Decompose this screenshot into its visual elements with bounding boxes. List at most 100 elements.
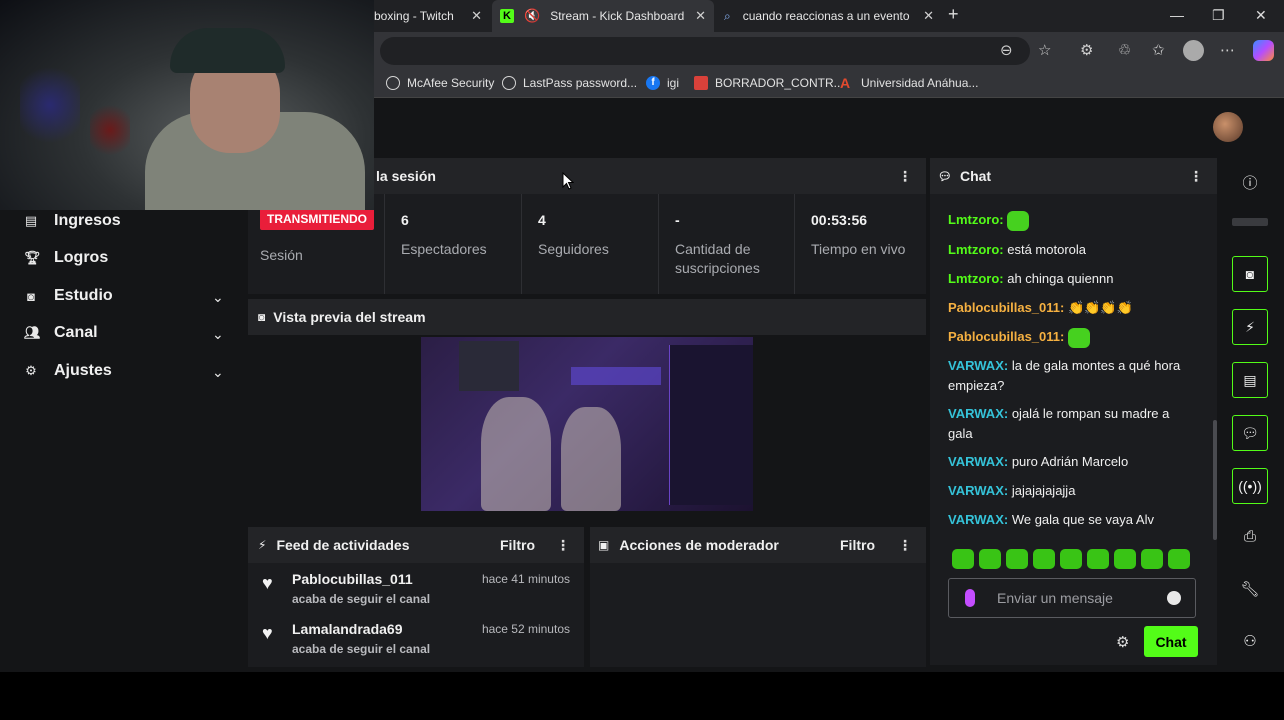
favorite-star-icon[interactable]: ☆	[1038, 41, 1051, 59]
muted-speaker-icon[interactable]: 🔇	[524, 8, 540, 24]
bookmark-facebook[interactable]: f igi	[646, 76, 679, 90]
sidebar-item-ajustes[interactable]: ⚙ Ajustes	[24, 362, 112, 380]
chat-message: VARWAX: We gala que se vaya Alv	[948, 510, 1188, 530]
chat-username[interactable]: Pablocubillas_011:	[948, 329, 1064, 344]
browser-profile-avatar[interactable]	[1183, 40, 1204, 61]
kebab-menu-icon[interactable]: ⋮	[898, 537, 912, 554]
minimize-icon[interactable]: —	[1170, 7, 1184, 23]
feed-username[interactable]: Lamalandrada69	[292, 621, 403, 637]
chat-username[interactable]: Lmtzoro:	[948, 242, 1004, 257]
chat-username[interactable]: Pablocubillas_011:	[948, 300, 1064, 315]
chevron-down-icon[interactable]: ⌄	[212, 289, 224, 306]
emote-icon[interactable]	[1033, 549, 1055, 569]
share-icon[interactable]: ⚇	[1232, 632, 1268, 650]
emote-icon[interactable]	[1087, 549, 1109, 569]
microphone-icon[interactable]	[965, 589, 975, 607]
bookmark-mcafee[interactable]: McAfee Security	[386, 76, 494, 90]
tab-search[interactable]: ⌕ cuando reaccionas a un evento en ✕	[716, 0, 942, 32]
broadcast-button[interactable]: ((•))	[1232, 468, 1268, 504]
notes-button[interactable]: ▤	[1232, 362, 1268, 398]
tab-kick-dashboard[interactable]: K 🔇 Stream - Kick Dashboard ✕	[492, 0, 714, 32]
stat-live-time: 00:53:56 Tiempo en vivo	[794, 194, 926, 294]
chat-placeholder: Enviar un mensaje	[997, 590, 1113, 606]
chat-toggle-button[interactable]: 💬︎	[1232, 415, 1268, 451]
menu-dots-icon[interactable]: ⋯	[1220, 41, 1235, 59]
close-tab-icon[interactable]: ✕	[695, 8, 706, 24]
chevron-down-icon[interactable]: ⌄	[212, 326, 224, 343]
printer-icon[interactable]: ⎙	[1232, 528, 1268, 545]
close-window-icon[interactable]: ✕	[1255, 7, 1267, 24]
bookmark-lastpass[interactable]: LastPass password...	[502, 76, 637, 90]
chat-message: Lmtzoro:	[948, 210, 1188, 231]
chat-username[interactable]: VARWAX:	[948, 406, 1008, 421]
chat-message-input[interactable]: Enviar un mensaje	[948, 578, 1196, 618]
emote-icon[interactable]	[1006, 549, 1028, 569]
preview-figure	[561, 407, 621, 511]
emote-icon[interactable]	[952, 549, 974, 569]
close-tab-icon[interactable]: ✕	[471, 8, 482, 24]
url-field[interactable]	[380, 37, 1030, 65]
emote-icon[interactable]	[1141, 549, 1163, 569]
stream-preview-title: Vista previa del stream	[273, 309, 426, 325]
sidebar-item-estudio[interactable]: ◙ Estudio	[24, 287, 113, 305]
preview-chat	[669, 345, 753, 505]
chat-username[interactable]: VARWAX:	[948, 512, 1008, 527]
chat-username[interactable]: VARWAX:	[948, 358, 1008, 373]
moderator-actions-title: Acciones de moderador	[619, 537, 779, 553]
reader-icon[interactable]: ⊖	[1000, 41, 1013, 59]
emote-icon[interactable]	[979, 549, 1001, 569]
broadcast-icon: ((•))	[1238, 478, 1262, 494]
favorites-icon[interactable]: ✩	[1152, 41, 1165, 59]
chat-message: VARWAX: la de gala montes a qué hora emp…	[948, 356, 1188, 396]
session-title: la sesión	[376, 168, 436, 184]
emoji-icon[interactable]	[1167, 591, 1181, 605]
copilot-icon[interactable]	[1253, 40, 1274, 61]
chevron-down-icon[interactable]: ⌄	[212, 364, 224, 381]
moderator-actions-panel: ▣ Acciones de moderador Filtro ⋮	[590, 527, 926, 667]
emote-icon[interactable]	[1114, 549, 1136, 569]
chat-username[interactable]: Lmtzoro:	[948, 271, 1004, 286]
sidebar-item-canal[interactable]: 👥︎ Canal	[24, 324, 98, 342]
emote-icon[interactable]	[1168, 549, 1190, 569]
extensions-icon[interactable]: ⚙	[1080, 41, 1093, 59]
new-tab-icon[interactable]: +	[948, 4, 959, 25]
chat-username[interactable]: VARWAX:	[948, 454, 1008, 469]
chat-message: VARWAX: jajajajajajja	[948, 481, 1188, 501]
user-avatar[interactable]	[1213, 112, 1243, 142]
maximize-icon[interactable]: ❐	[1212, 7, 1225, 24]
stat-value: -	[675, 212, 680, 228]
bookmark-borrador[interactable]: BORRADOR_CONTR...	[694, 76, 844, 90]
quick-action-button[interactable]: ⚡︎	[1232, 309, 1268, 345]
camera-toggle-button[interactable]: ◙	[1232, 256, 1268, 292]
chat-username[interactable]: Lmtzoro:	[948, 212, 1004, 227]
emote-icon[interactable]	[1060, 549, 1082, 569]
wrench-icon[interactable]: 🔧︎	[1232, 580, 1268, 598]
stream-preview-video[interactable]	[421, 337, 753, 511]
kick-logo-icon: K	[500, 9, 514, 23]
sidebar-item-ingresos[interactable]: ▤ Ingresos	[24, 212, 121, 230]
chat-text: jajajajajajja	[1011, 483, 1076, 498]
chat-message: Pablocubillas_011: 👏👏👏👏	[948, 298, 1188, 318]
filter-button[interactable]: Filtro	[500, 537, 535, 553]
send-chat-button[interactable]: Chat	[1144, 626, 1198, 657]
tab-title: boxing - Twitch	[374, 9, 454, 23]
feed-username[interactable]: Pablocubillas_011	[292, 571, 413, 587]
close-tab-icon[interactable]: ✕	[923, 8, 934, 24]
toolbar-divider	[1232, 218, 1268, 226]
bookmark-universidad[interactable]: A Universidad Anáhua...	[840, 76, 978, 90]
chat-username[interactable]: VARWAX:	[948, 483, 1008, 498]
kebab-menu-icon[interactable]: ⋮	[898, 168, 912, 185]
chat-scrollbar[interactable]	[1213, 420, 1217, 540]
sidebar-item-logros[interactable]: 🏆︎ Logros	[24, 249, 108, 267]
chat-settings-gear-icon[interactable]: ⚙	[1116, 633, 1129, 651]
kebab-menu-icon[interactable]: ⋮	[1189, 168, 1203, 185]
heart-icon: ♥	[262, 623, 273, 643]
feed-action: acaba de seguir el canal	[292, 592, 431, 606]
webcam-overlay	[0, 0, 374, 210]
filter-button[interactable]: Filtro	[840, 537, 875, 553]
info-icon[interactable]: ⓘ	[1232, 172, 1268, 193]
session-label: Sesión	[260, 247, 303, 263]
performance-icon[interactable]: ♲	[1118, 41, 1131, 59]
kebab-menu-icon[interactable]: ⋮	[556, 537, 570, 554]
tab-twitch[interactable]: boxing - Twitch ✕	[366, 0, 490, 32]
